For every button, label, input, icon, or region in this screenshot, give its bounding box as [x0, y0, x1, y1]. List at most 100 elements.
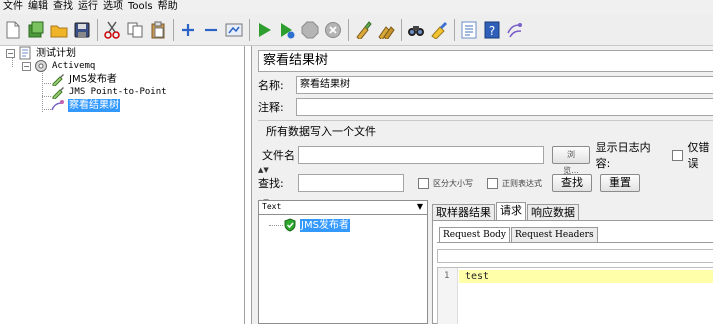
svg-text:?: ? — [489, 24, 495, 38]
tab-sampler-result[interactable]: 取样器结果 — [432, 204, 495, 220]
tree-connector — [42, 83, 51, 84]
sampler-pipette-icon — [51, 85, 65, 99]
comment-row: 注释: — [258, 98, 713, 116]
listener-icon — [51, 98, 65, 112]
tree-node-jms-publisher[interactable]: JMS发布者 — [51, 72, 118, 86]
menu-edit[interactable]: 编辑 — [28, 0, 48, 14]
comment-field[interactable] — [296, 98, 713, 116]
help-icon[interactable]: ? — [482, 20, 502, 40]
collapse-icon[interactable] — [201, 20, 221, 40]
search-input[interactable] — [298, 174, 404, 192]
chevron-down-icon: ▼ — [416, 202, 423, 211]
panel-title: 察看结果树 — [258, 50, 713, 72]
clear-all-icon[interactable] — [376, 20, 396, 40]
comment-label: 注释: — [258, 101, 284, 114]
tree-connector — [269, 225, 283, 226]
tree-node-label: JMS发布者 — [69, 73, 117, 85]
code-line: test — [465, 271, 490, 282]
tab-request-body[interactable]: Request Body — [439, 227, 510, 242]
menu-help[interactable]: 帮助 — [158, 0, 178, 14]
tab-response-data[interactable]: 响应数据 — [527, 204, 579, 220]
clear-icon[interactable] — [353, 20, 373, 40]
toolbar: ? — [0, 14, 713, 46]
tree-expander[interactable]: − — [6, 48, 15, 58]
sample-detail: 取样器结果 请求 响应数据 Request Body Request Heade… — [432, 200, 713, 324]
request-body-search-field[interactable] — [437, 249, 713, 263]
start-icon[interactable] — [254, 20, 274, 40]
renderer-value: Text — [262, 202, 282, 211]
test-plan-tree: − 测试计划 − Activemq JMS发布者 JMS Point-to-Po… — [0, 46, 245, 324]
request-tab-panel: Request Body Request Headers 1 test — [432, 220, 713, 324]
case-sensitive-label: 区分大小写 — [433, 178, 473, 188]
menu-tools[interactable]: Tools — [128, 0, 153, 14]
copy-icon[interactable] — [125, 20, 145, 40]
reset-button[interactable]: 重置 — [600, 174, 640, 192]
toolbar-separator — [348, 18, 349, 41]
new-icon[interactable] — [3, 20, 23, 40]
success-shield-icon — [283, 218, 297, 232]
open-icon[interactable] — [49, 20, 69, 40]
menu-file[interactable]: 文件 — [3, 0, 23, 14]
regex-checkbox[interactable] — [487, 177, 498, 189]
sample-item[interactable]: JMS发布者 — [283, 218, 350, 232]
toolbar-separator — [173, 18, 174, 41]
stop-icon[interactable] — [300, 20, 320, 40]
request-body-panel: 1 test — [437, 242, 713, 324]
test-plan-icon — [18, 46, 32, 60]
templates-icon[interactable] — [26, 20, 46, 40]
search-label: 查找: — [258, 177, 284, 190]
divider-arrows: ▲▼ — [258, 166, 269, 174]
name-row: 名称: 察看结果树 — [258, 76, 713, 94]
remote-icon[interactable] — [505, 20, 525, 40]
results-area: Text ▼ JMS发布者 取样器结果 请求 响应数据 Request Body… — [258, 200, 713, 324]
toolbar-separator — [97, 18, 98, 41]
shutdown-icon[interactable] — [323, 20, 343, 40]
detail-tabs: 取样器结果 请求 响应数据 — [432, 202, 580, 220]
renderer-select[interactable]: Text ▼ — [259, 201, 427, 215]
case-sensitive-checkbox[interactable] — [418, 177, 429, 189]
tree-node-view-results-tree[interactable]: 察看结果树 — [51, 98, 120, 112]
menu-run[interactable]: 运行 — [78, 0, 98, 14]
tree-node-jms-point-to-point[interactable]: JMS Point-to-Point — [51, 85, 168, 99]
menu-options[interactable]: 选项 — [103, 0, 123, 14]
name-field[interactable]: 察看结果树 — [296, 76, 713, 94]
split-divider[interactable]: ▲▼ — [258, 162, 713, 174]
regex-label: 正则表达式 — [502, 178, 542, 188]
toolbar-separator — [454, 18, 455, 41]
tab-request-headers[interactable]: Request Headers — [510, 227, 598, 242]
cut-icon[interactable] — [102, 20, 122, 40]
function-helper-icon[interactable] — [459, 20, 479, 40]
reset-search-icon[interactable] — [429, 20, 449, 40]
write-to-file-group: 所有数据写入一个文件 文件名 浏览... 显示日志内容: 仅错误 — [258, 120, 713, 175]
tree-node-label: 测试计划 — [36, 47, 76, 59]
search-icon[interactable] — [406, 20, 426, 40]
file-group-title: 所有数据写入一个文件 — [266, 125, 376, 138]
menu-bar: 文件 编辑 查找 运行 选项 Tools 帮助 — [0, 0, 713, 14]
expand-icon[interactable] — [178, 20, 198, 40]
tree-node-test-plan[interactable]: − 测试计划 — [6, 46, 77, 60]
paste-icon[interactable] — [148, 20, 168, 40]
tree-connector — [42, 96, 51, 97]
name-label: 名称: — [258, 79, 284, 92]
errors-only-checkbox[interactable] — [672, 149, 684, 161]
sample-list: Text ▼ JMS发布者 — [258, 200, 428, 324]
menu-search[interactable]: 查找 — [53, 0, 73, 14]
tree-connector — [42, 109, 51, 110]
tree-expander[interactable]: − — [22, 61, 31, 71]
tree-connector — [42, 70, 43, 112]
toolbar-separator — [401, 18, 402, 41]
search-button[interactable]: 查找 — [552, 174, 592, 192]
tree-node-thread-group[interactable]: − Activemq — [22, 59, 96, 73]
sampler-pipette-icon — [51, 72, 65, 86]
tree-node-label: JMS Point-to-Point — [69, 86, 167, 97]
search-row: 查找: 区分大小写 正则表达式 查找 重置 — [258, 174, 640, 192]
tab-request[interactable]: 请求 — [496, 202, 526, 220]
line-number: 1 — [444, 271, 450, 281]
filename-label: 文件名 — [262, 149, 295, 162]
start-no-pause-icon[interactable] — [277, 20, 297, 40]
toggle-icon[interactable] — [224, 20, 244, 40]
request-body-editor[interactable]: 1 test — [437, 267, 713, 324]
save-icon[interactable] — [72, 20, 92, 40]
sample-label: JMS发布者 — [300, 218, 350, 232]
tree-node-label: 察看结果树 — [68, 98, 120, 112]
